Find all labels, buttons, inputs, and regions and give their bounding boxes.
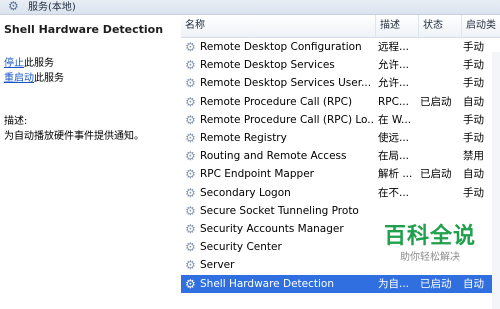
table-row[interactable]: ⚙ Secondary Logon 在不... 手动 xyxy=(181,184,500,202)
service-name-cell: Security Center xyxy=(200,241,282,254)
gear-icon: ⚙ xyxy=(185,240,196,255)
table-row[interactable]: ⚙ Security Accounts Manager xyxy=(181,220,500,238)
gear-icon: ⚙ xyxy=(8,0,19,13)
gear-icon: ⚙ xyxy=(185,40,196,54)
service-name-cell: Remote Desktop Services User... xyxy=(200,77,372,90)
service-description-cell: 允许... xyxy=(378,77,410,90)
scrollbar[interactable] xyxy=(492,52,500,309)
service-name-cell: Remote Desktop Services xyxy=(200,59,335,72)
gear-icon: ⚙ xyxy=(185,276,196,291)
table-row[interactable]: ⚙ Secure Socket Tunneling Proto xyxy=(181,202,500,220)
gear-icon: ⚙ xyxy=(185,167,196,182)
service-name-cell: Secure Socket Tunneling Proto xyxy=(200,204,359,217)
service-description-cell: RPC... xyxy=(378,95,409,108)
service-status-cell: 已启动 xyxy=(420,277,452,290)
service-name-cell: Remote Registry xyxy=(200,132,287,144)
table-row[interactable]: ⚙ Routing and Remote Access 在局... 禁用 xyxy=(181,147,500,165)
gear-icon: ⚙ xyxy=(185,76,196,91)
table-row[interactable]: ⚙ Remote Desktop Services User... 允许... 手动 xyxy=(181,74,500,92)
gear-icon: ⚙ xyxy=(185,203,196,218)
service-name-cell: Remote Procedure Call (RPC) xyxy=(200,95,353,108)
restart-service-line: 重启动此服务 xyxy=(4,69,64,84)
service-description-cell: 为自... xyxy=(378,277,410,290)
service-name-cell: Routing and Remote Access xyxy=(200,150,347,163)
table-row[interactable]: ⚙ Remote Desktop Configuration 远程... 手动 xyxy=(181,38,500,56)
gear-icon: ⚙ xyxy=(185,94,196,109)
service-description-cell: 在局... xyxy=(378,150,410,163)
table-row[interactable]: ⚙ Remote Procedure Call (RPC) Lo... 在 W...… xyxy=(181,111,500,129)
services-table: 名称 描述 状态 启动类 ⚙ Remote Desktop Configurati… xyxy=(181,15,500,309)
service-status-cell: 已启动 xyxy=(420,95,452,108)
column-header-status[interactable]: 状态 xyxy=(419,15,462,37)
stop-service-line: 停止此服务 xyxy=(4,54,54,69)
column-header-startup-type[interactable]: 启动类 xyxy=(462,15,500,37)
stop-service-link[interactable]: 停止 xyxy=(4,58,24,69)
table-row[interactable]: ⚙ Security Center xyxy=(181,238,500,256)
gear-icon: ⚙ xyxy=(185,58,196,73)
gear-icon: ⚙ xyxy=(185,112,196,127)
restart-service-suffix: 此服务 xyxy=(34,73,64,84)
service-description-cell: 允许... xyxy=(378,59,410,72)
service-description-cell: 使远... xyxy=(378,132,410,144)
column-header-description[interactable]: 描述 xyxy=(376,15,419,37)
service-name-cell: Security Accounts Manager xyxy=(200,223,344,235)
service-name-cell: Server xyxy=(200,259,235,272)
service-description-cell: 在不... xyxy=(378,186,410,199)
column-header-name[interactable]: 名称 xyxy=(181,15,376,37)
table-row[interactable]: ⚙ Server xyxy=(181,256,500,274)
table-row[interactable]: ⚙ Shell Hardware Detection 为自... 已启动 自动 xyxy=(181,274,500,293)
table-row[interactable]: ⚙ RPC Endpoint Mapper 解析 ... 已启动 自动 xyxy=(181,165,500,183)
gear-icon: ⚙ xyxy=(185,185,196,200)
gear-icon: ⚙ xyxy=(185,222,196,236)
stop-service-suffix: 此服务 xyxy=(24,58,54,69)
service-name-cell: Remote Procedure Call (RPC) Lo... xyxy=(200,113,375,126)
service-status-cell: 已启动 xyxy=(420,168,452,181)
service-name-cell: Shell Hardware Detection xyxy=(200,277,334,290)
table-row[interactable]: ⚙ Remote Desktop Services 允许... 手动 xyxy=(181,56,500,74)
service-description-cell: 解析 ... xyxy=(378,168,413,181)
services-title-bar: ⚙ 服务(本地) xyxy=(0,0,500,15)
restart-service-link[interactable]: 重启动 xyxy=(4,73,34,84)
table-row[interactable]: ⚙ Remote Registry 使远... 手动 xyxy=(181,129,500,147)
selected-service-name: Shell Hardware Detection xyxy=(4,23,164,36)
service-description-cell: 远程... xyxy=(378,41,410,53)
gear-icon: ⚙ xyxy=(185,258,196,273)
service-name-cell: RPC Endpoint Mapper xyxy=(200,168,314,181)
service-name-cell: Secondary Logon xyxy=(200,186,291,199)
gear-icon: ⚙ xyxy=(185,131,196,145)
description-text: 为自动播放硬件事件提供通知。 xyxy=(4,131,144,142)
gear-icon: ⚙ xyxy=(185,149,196,164)
service-details-panel: Shell Hardware Detection 停止此服务 重启动此服务 描述… xyxy=(0,15,178,294)
description-label: 描述: xyxy=(4,116,28,127)
window-title: 服务(本地) xyxy=(28,2,76,13)
service-name-cell: Remote Desktop Configuration xyxy=(200,41,362,53)
table-row[interactable]: ⚙ Remote Procedure Call (RPC) RPC... 已启动 自动 xyxy=(181,93,500,111)
service-description-cell: 在 W... xyxy=(378,113,412,126)
table-header: 名称 描述 状态 启动类 xyxy=(181,15,500,38)
